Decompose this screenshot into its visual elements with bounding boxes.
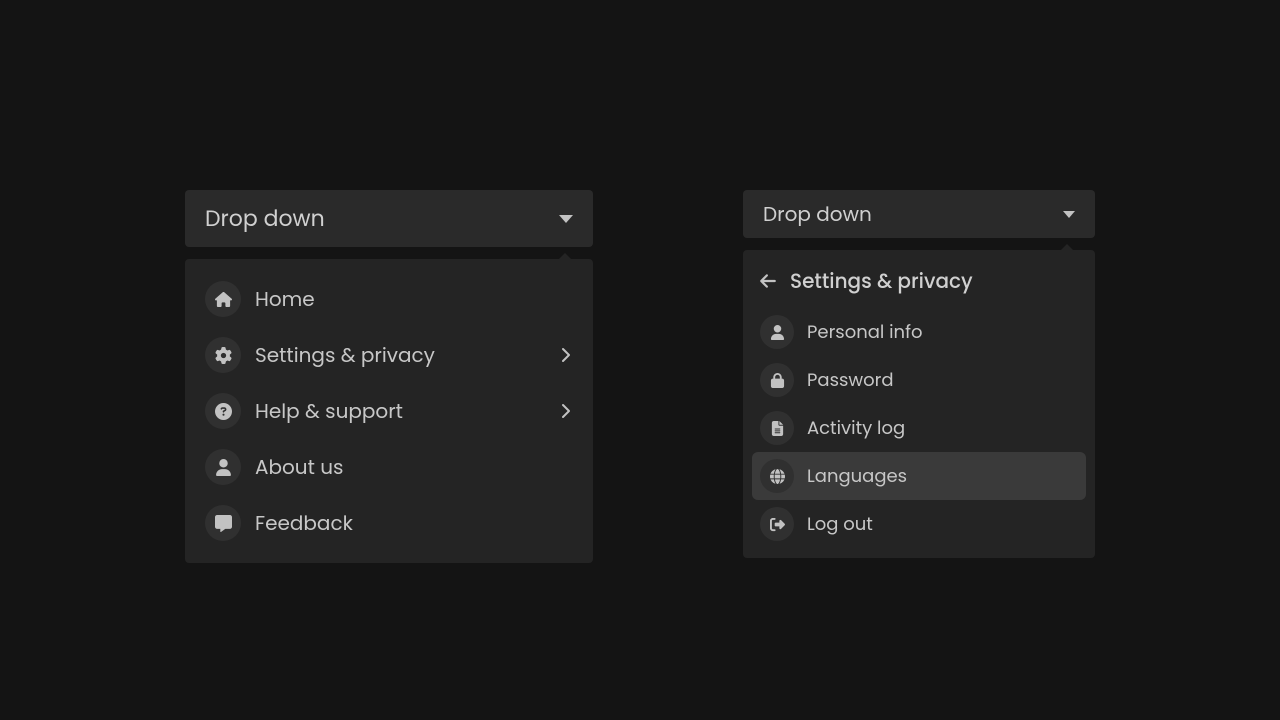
gear-icon bbox=[205, 337, 241, 373]
menu-item-about[interactable]: About us bbox=[195, 439, 583, 495]
chevron-right-icon bbox=[557, 403, 573, 419]
dropdown-menu: Home Settings & privacy Help & support A… bbox=[185, 259, 593, 563]
caret-down-icon bbox=[1063, 211, 1075, 218]
arrow-left-icon bbox=[759, 272, 777, 290]
menu-item-logout[interactable]: Log out bbox=[752, 500, 1086, 548]
menu-item-languages[interactable]: Languages bbox=[752, 452, 1086, 500]
logout-icon bbox=[760, 507, 794, 541]
menu-item-help[interactable]: Help & support bbox=[195, 383, 583, 439]
home-icon bbox=[205, 281, 241, 317]
menu-item-settings[interactable]: Settings & privacy bbox=[195, 327, 583, 383]
user-icon bbox=[760, 315, 794, 349]
dropdown-main: Drop down Home Settings & privacy Help &… bbox=[185, 190, 593, 563]
file-icon bbox=[760, 411, 794, 445]
user-icon bbox=[205, 449, 241, 485]
chevron-right-icon bbox=[557, 347, 573, 363]
menu-item-label: Activity log bbox=[807, 415, 1078, 442]
submenu-title: Settings & privacy bbox=[790, 266, 973, 296]
globe-icon bbox=[760, 459, 794, 493]
menu-item-label: Personal info bbox=[807, 319, 1078, 346]
menu-item-label: Settings & privacy bbox=[255, 340, 543, 370]
menu-item-password[interactable]: Password bbox=[752, 356, 1086, 404]
menu-item-label: Home bbox=[255, 284, 573, 314]
menu-item-label: Languages bbox=[807, 463, 1078, 490]
dropdown-submenu: Drop down Settings & privacy Personal in… bbox=[743, 190, 1095, 558]
menu-item-label: Password bbox=[807, 367, 1078, 394]
menu-item-personal-info[interactable]: Personal info bbox=[752, 308, 1086, 356]
dropdown-menu: Settings & privacy Personal info Passwor… bbox=[743, 250, 1095, 558]
question-icon bbox=[205, 393, 241, 429]
dropdown-trigger[interactable]: Drop down bbox=[185, 190, 593, 247]
menu-item-activity-log[interactable]: Activity log bbox=[752, 404, 1086, 452]
menu-item-label: Help & support bbox=[255, 396, 543, 426]
menu-item-feedback[interactable]: Feedback bbox=[195, 495, 583, 551]
dropdown-trigger-label: Drop down bbox=[763, 199, 872, 229]
dropdown-trigger[interactable]: Drop down bbox=[743, 190, 1095, 238]
lock-icon bbox=[760, 363, 794, 397]
dropdown-trigger-label: Drop down bbox=[205, 202, 325, 235]
menu-item-label: Log out bbox=[807, 511, 1078, 538]
menu-item-label: Feedback bbox=[255, 508, 573, 538]
comment-icon bbox=[205, 505, 241, 541]
menu-item-label: About us bbox=[255, 452, 573, 482]
submenu-header: Settings & privacy bbox=[752, 260, 1086, 308]
back-button[interactable] bbox=[758, 271, 778, 291]
caret-down-icon bbox=[559, 215, 573, 223]
menu-item-home[interactable]: Home bbox=[195, 271, 583, 327]
